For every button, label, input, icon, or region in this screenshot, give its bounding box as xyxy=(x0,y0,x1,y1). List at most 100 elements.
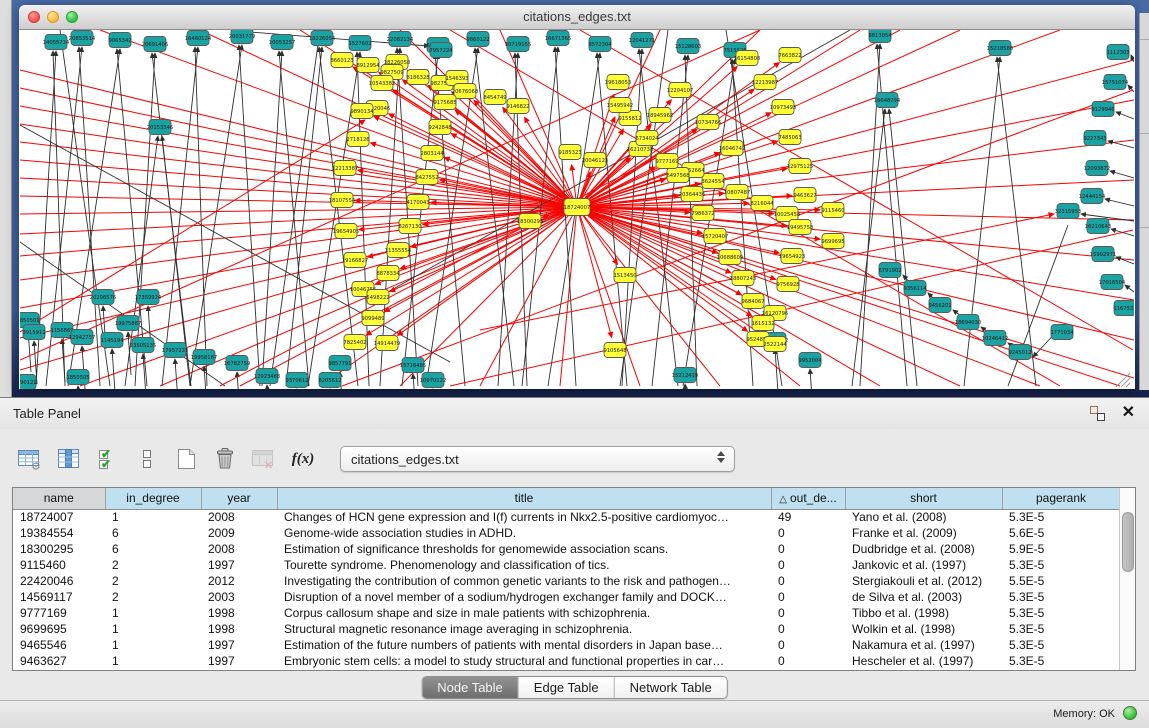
graph-edge[interactable] xyxy=(279,51,309,386)
table-cell-short[interactable]: Nakamura et al. (1997) xyxy=(845,637,1002,653)
graph-edge[interactable] xyxy=(20,125,450,362)
column-header-short[interactable]: short xyxy=(845,488,1002,509)
function-builder-button[interactable]: f(x) xyxy=(289,446,317,472)
table-cell-out_degree[interactable]: 0 xyxy=(771,653,845,669)
table-select-dropdown[interactable]: citations_edges.txt xyxy=(340,446,735,472)
column-header-year[interactable]: year xyxy=(201,488,277,509)
table-cell-year[interactable]: 1997 xyxy=(201,557,277,573)
column-header-title[interactable]: title xyxy=(277,488,771,509)
table-cell-out_degree[interactable]: 0 xyxy=(771,621,845,637)
table-cell-in_degree[interactable]: 1 xyxy=(105,605,201,621)
table-cell-short[interactable]: Dudbridge et al. (2008) xyxy=(845,541,1002,557)
table-cell-pagerank[interactable]: 5.3E-5 xyxy=(1002,509,1120,525)
table-cell-year[interactable]: 1998 xyxy=(201,621,277,637)
table-cell-out_degree[interactable]: 49 xyxy=(771,509,845,525)
table-cell-title[interactable]: Genome-wide association studies in ADHD. xyxy=(277,525,771,541)
table-cell-pagerank[interactable]: 5.6E-5 xyxy=(1002,525,1120,541)
table-cell-name[interactable]: 9699695 xyxy=(13,621,105,637)
control-panel-edge[interactable] xyxy=(0,0,12,397)
graph-edge[interactable] xyxy=(577,207,640,386)
graph-edge[interactable] xyxy=(78,386,81,389)
table-row[interactable]: 969969511998Structural magnetic resonanc… xyxy=(13,621,1120,637)
show-columns-button[interactable] xyxy=(55,446,83,472)
graph-edge[interactable] xyxy=(195,47,207,386)
table-cell-name[interactable]: 9463627 xyxy=(13,653,105,669)
table-cell-year[interactable]: 2003 xyxy=(201,589,277,605)
delete-table-disabled-button[interactable]: ✕ xyxy=(250,446,278,472)
table-cell-in_degree[interactable]: 2 xyxy=(105,589,201,605)
graph-edge[interactable] xyxy=(1110,171,1134,178)
table-cell-name[interactable]: 14569117 xyxy=(13,589,105,605)
table-row[interactable]: 946362711997Embryonic stem cells: a mode… xyxy=(13,653,1120,669)
table-cell-title[interactable]: Changes of HCN gene expression and I(f) … xyxy=(277,509,771,525)
table-cell-short[interactable]: Stergiakouli et al. (2012) xyxy=(845,573,1002,589)
table-cell-in_degree[interactable]: 1 xyxy=(105,509,201,525)
graph-edge[interactable] xyxy=(20,120,365,332)
table-cell-out_degree[interactable]: 0 xyxy=(771,637,845,653)
table-cell-year[interactable]: 1998 xyxy=(201,605,277,621)
graph-edge[interactable] xyxy=(810,369,813,389)
graph-edge[interactable] xyxy=(577,140,1134,207)
table-row[interactable]: 1830029562008Estimation of significance … xyxy=(13,541,1120,557)
graph-edge[interactable] xyxy=(175,359,178,389)
graph-edge[interactable] xyxy=(413,374,416,389)
table-cell-name[interactable]: 9777169 xyxy=(13,605,105,621)
row-options-button[interactable] xyxy=(133,446,161,472)
table-scrollbar[interactable] xyxy=(1119,488,1135,670)
tab-network-table[interactable]: Network Table xyxy=(615,677,727,698)
table-cell-out_degree[interactable]: 0 xyxy=(771,557,845,573)
table-cell-year[interactable]: 2012 xyxy=(201,573,277,589)
graph-edge[interactable] xyxy=(270,30,320,386)
graph-edge[interactable] xyxy=(262,51,282,386)
column-header-in_degree[interactable]: in_degree xyxy=(105,488,201,509)
table-cell-short[interactable]: Hescheler et al. (1997) xyxy=(845,653,1002,669)
table-cell-name[interactable]: 22420046 xyxy=(13,573,105,589)
table-cell-year[interactable]: 2008 xyxy=(201,509,277,525)
graph-edge[interactable] xyxy=(1105,199,1134,206)
table-cell-name[interactable]: 18300295 xyxy=(13,541,105,557)
column-header-pagerank[interactable]: pagerank xyxy=(1002,488,1120,509)
table-cell-pagerank[interactable]: 5.3E-5 xyxy=(1002,605,1120,621)
table-cell-title[interactable]: Investigating the contribution of common… xyxy=(277,573,771,589)
column-header-out_degree[interactable]: △out_de... xyxy=(771,488,845,509)
graph-edge[interactable] xyxy=(1125,285,1134,292)
graph-edge[interactable] xyxy=(577,207,612,337)
network-window-titlebar[interactable]: citations_edges.txt xyxy=(19,5,1135,30)
resize-grip[interactable] xyxy=(1121,378,1130,387)
tab-node-table[interactable]: Node Table xyxy=(422,677,519,698)
table-cell-name[interactable]: 9465546 xyxy=(13,637,105,653)
table-cell-title[interactable]: Tourette syndrome. Phenomenology and cla… xyxy=(277,557,771,573)
table-cell-pagerank[interactable]: 5.3E-5 xyxy=(1002,557,1120,573)
graph-edge[interactable] xyxy=(135,53,155,386)
table-cell-in_degree[interactable]: 1 xyxy=(105,653,201,669)
table-cell-pagerank[interactable]: 5.3E-5 xyxy=(1002,589,1120,605)
select-all-button[interactable]: ✔ ✔ xyxy=(94,446,122,472)
graph-edge[interactable] xyxy=(1116,112,1134,119)
graph-edge[interactable] xyxy=(577,207,1134,300)
table-row[interactable]: 1456911722003Disruption of a novel membe… xyxy=(13,589,1120,605)
table-cell-in_degree[interactable]: 6 xyxy=(105,525,201,541)
table-cell-pagerank[interactable]: 5.5E-5 xyxy=(1002,573,1120,589)
table-row[interactable]: 1872400712008Changes of HCN gene express… xyxy=(13,509,1120,525)
table-cell-year[interactable]: 1997 xyxy=(201,637,277,653)
table-cell-pagerank[interactable]: 5.3E-5 xyxy=(1002,621,1120,637)
table-cell-short[interactable]: Wolkin et al. (1998) xyxy=(845,621,1002,637)
table-cell-name[interactable]: 19384554 xyxy=(13,525,105,541)
table-cell-short[interactable]: Franke et al. (2009) xyxy=(845,525,1002,541)
graph-edge[interactable] xyxy=(267,385,270,389)
graph-edge[interactable] xyxy=(577,207,960,386)
graph-edge[interactable] xyxy=(1116,257,1134,264)
delete-selected-button[interactable] xyxy=(211,446,239,472)
column-header-name[interactable]: name xyxy=(13,488,105,509)
table-cell-out_degree[interactable]: 0 xyxy=(771,589,845,605)
table-cell-title[interactable]: Corpus callosum shape and size in male p… xyxy=(277,605,771,621)
table-cell-short[interactable]: Jankovic et al. (1997) xyxy=(845,557,1002,573)
table-cell-in_degree[interactable]: 2 xyxy=(105,557,201,573)
graph-edge[interactable] xyxy=(239,45,260,386)
new-table-button[interactable] xyxy=(172,446,200,472)
table-row[interactable]: 977716911998Corpus callosum shape and si… xyxy=(13,605,1120,621)
table-row[interactable]: 946554611997Estimation of the future num… xyxy=(13,637,1120,653)
table-cell-pagerank[interactable]: 5.9E-5 xyxy=(1002,541,1120,557)
tab-edge-table[interactable]: Edge Table xyxy=(519,677,615,698)
table-cell-in_degree[interactable]: 2 xyxy=(105,573,201,589)
